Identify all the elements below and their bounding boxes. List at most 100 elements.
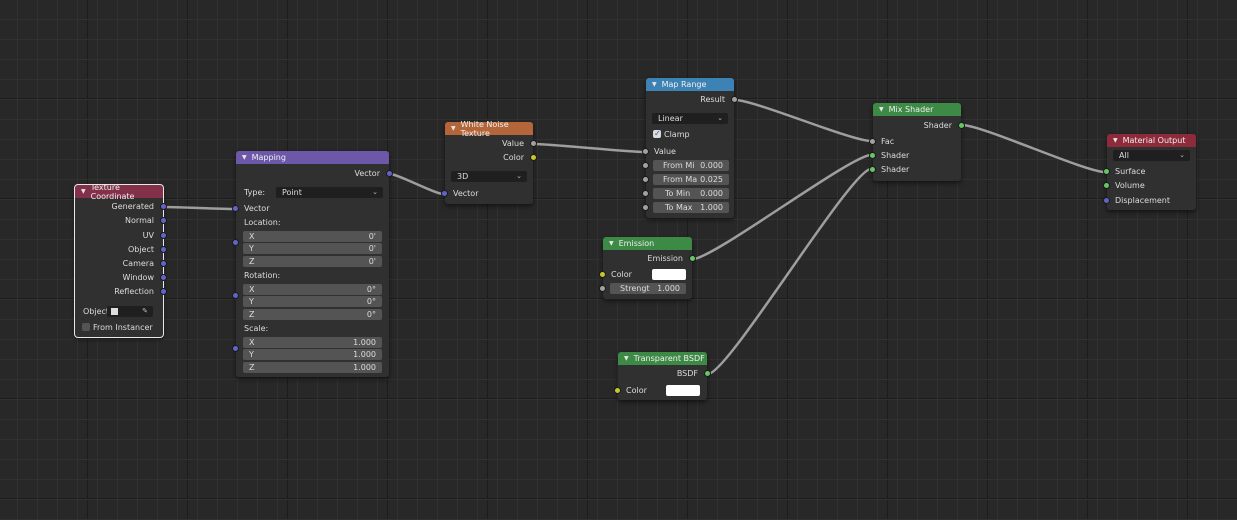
mapping-node[interactable]: ▼ Mapping Vector Type: Point ⌄ Vector Lo… [232,151,393,377]
scale-x-field[interactable]: X 1.000 [243,337,382,348]
map-range-node[interactable]: ▼ Map Range Result Linear ⌄ Clamp Value … [642,78,738,218]
transparent-bsdf-node[interactable]: ▼ Transparent BSDF BSDF Color [614,352,711,400]
collapse-triangle-icon[interactable]: ▼ [652,81,657,88]
shader-socket-icon[interactable] [869,166,876,173]
eyedropper-icon[interactable]: ✎ [142,306,148,317]
collapse-triangle-icon[interactable]: ▼ [879,106,884,113]
value-socket-icon[interactable] [642,190,649,197]
collapse-triangle-icon[interactable]: ▼ [624,355,629,362]
socket-label: Color [626,386,647,395]
material-output-header[interactable]: ▼ Material Output [1107,134,1196,147]
output-result: Result [646,94,738,105]
value-socket-icon[interactable] [642,204,649,211]
input-color: Color [614,385,707,396]
location-y-field[interactable]: Y 0' [243,243,382,254]
texture-coordinate-node[interactable]: ▼ Texture Coordinate Generated Normal UV… [74,183,167,338]
vector-socket-icon[interactable] [160,203,167,210]
color-socket-icon[interactable] [530,154,537,161]
field-label: To Min [665,189,691,198]
input-vector: Vector [232,203,389,214]
map-range-header[interactable]: ▼ Map Range [646,78,734,91]
value-socket-icon[interactable] [869,138,876,145]
mix-shader-header[interactable]: ▼ Mix Shader [873,103,961,116]
color-socket-icon[interactable] [614,387,621,394]
type-dropdown[interactable]: Point ⌄ [276,187,383,198]
vector-socket-icon[interactable] [386,170,393,177]
vector-socket-icon[interactable] [441,190,448,197]
rotation-z-field[interactable]: Z 0° [243,309,382,320]
strength-field[interactable]: Strengt 1.000 [610,283,686,294]
to-min-field[interactable]: To Min 0.000 [653,188,729,199]
shader-socket-icon[interactable] [1103,168,1110,175]
value-socket-icon[interactable] [731,96,738,103]
vector-socket-icon[interactable] [232,205,239,212]
from-instancer-checkbox[interactable] [82,323,90,331]
vector-socket-icon[interactable] [160,288,167,295]
clamp-checkbox[interactable] [653,128,661,139]
rotation-x-field[interactable]: X 0° [243,284,382,295]
shader-socket-icon[interactable] [704,370,711,377]
shader-socket-icon[interactable] [869,152,876,159]
location-x-field[interactable]: X 0' [243,231,382,242]
output-camera: Camera [75,258,167,269]
collapse-triangle-icon[interactable]: ▼ [242,154,247,161]
color-swatch[interactable] [652,269,686,280]
emission-node[interactable]: ▼ Emission Emission Color Strengt 1.000 [599,237,696,299]
collapse-triangle-icon[interactable]: ▼ [81,188,86,195]
shader-socket-icon[interactable] [1103,182,1110,189]
mix-shader-node[interactable]: ▼ Mix Shader Shader Fac Shader Shader [869,103,965,181]
rotation-y-field[interactable]: Y 0° [243,296,382,307]
shader-socket-icon[interactable] [958,122,965,129]
wire-mapping-to-noise[interactable] [389,172,444,196]
value-socket-icon[interactable] [530,140,537,147]
color-socket-icon[interactable] [599,271,606,278]
chevron-down-icon: ⌄ [372,188,378,196]
socket-label: Camera [122,259,154,268]
emission-header[interactable]: ▼ Emission [603,237,692,250]
vector-socket-icon[interactable] [1103,197,1110,204]
vector-socket-icon[interactable] [160,274,167,281]
target-dropdown[interactable]: All ⌄ [1113,150,1190,161]
axis-label: Y [249,297,254,306]
material-output-node[interactable]: ▼ Material Output All ⌄ Surface Volume D… [1103,134,1196,210]
object-picker[interactable]: ✎ [107,306,153,317]
wire-maprange-to-mix-fac[interactable] [734,98,872,143]
scale-z-field[interactable]: Z 1.000 [243,362,382,373]
location-z-field[interactable]: Z 0' [243,256,382,267]
input-fac: Fac [869,136,961,147]
vector-socket-icon[interactable] [160,260,167,267]
field-value: 0.025 [700,175,723,184]
interpolation-dropdown[interactable]: Linear ⌄ [652,113,728,124]
transparent-header[interactable]: ▼ Transparent BSDF [618,352,707,365]
shader-socket-icon[interactable] [689,255,696,262]
white-noise-header[interactable]: ▼ White Noise Texture [445,120,533,138]
vector-socket-icon[interactable] [160,246,167,253]
scale-y-field[interactable]: Y 1.000 [243,349,382,360]
texture-coordinate-header[interactable]: ▼ Texture Coordinate [75,183,163,201]
white-noise-texture-node[interactable]: ▼ White Noise Texture Value Color 3D ⌄ V… [441,120,537,204]
wire-generated-to-mapping[interactable] [163,205,235,211]
collapse-triangle-icon[interactable]: ▼ [1113,137,1118,144]
from-min-field[interactable]: From Mi 0.000 [653,160,729,171]
mapping-header[interactable]: ▼ Mapping [236,151,389,164]
vector-socket-icon[interactable] [232,239,239,246]
vector-socket-icon[interactable] [160,217,167,224]
target-value: All [1119,151,1129,160]
value-socket-icon[interactable] [599,285,606,292]
from-max-field[interactable]: From Ma 0.025 [653,174,729,185]
wire-noise-to-maprange[interactable] [533,142,645,154]
wire-mix-to-output[interactable] [961,123,1106,174]
value-socket-icon[interactable] [642,162,649,169]
value-socket-icon[interactable] [642,148,649,155]
socket-label: Shader [881,151,910,160]
collapse-triangle-icon[interactable]: ▼ [451,125,456,132]
color-swatch[interactable] [666,385,700,396]
socket-label: Result [700,95,725,104]
dimensions-dropdown[interactable]: 3D ⌄ [451,171,527,182]
vector-socket-icon[interactable] [160,232,167,239]
vector-socket-icon[interactable] [232,292,239,299]
to-max-field[interactable]: To Max 1.000 [653,202,729,213]
vector-socket-icon[interactable] [232,345,239,352]
value-socket-icon[interactable] [642,176,649,183]
collapse-triangle-icon[interactable]: ▼ [609,240,614,247]
